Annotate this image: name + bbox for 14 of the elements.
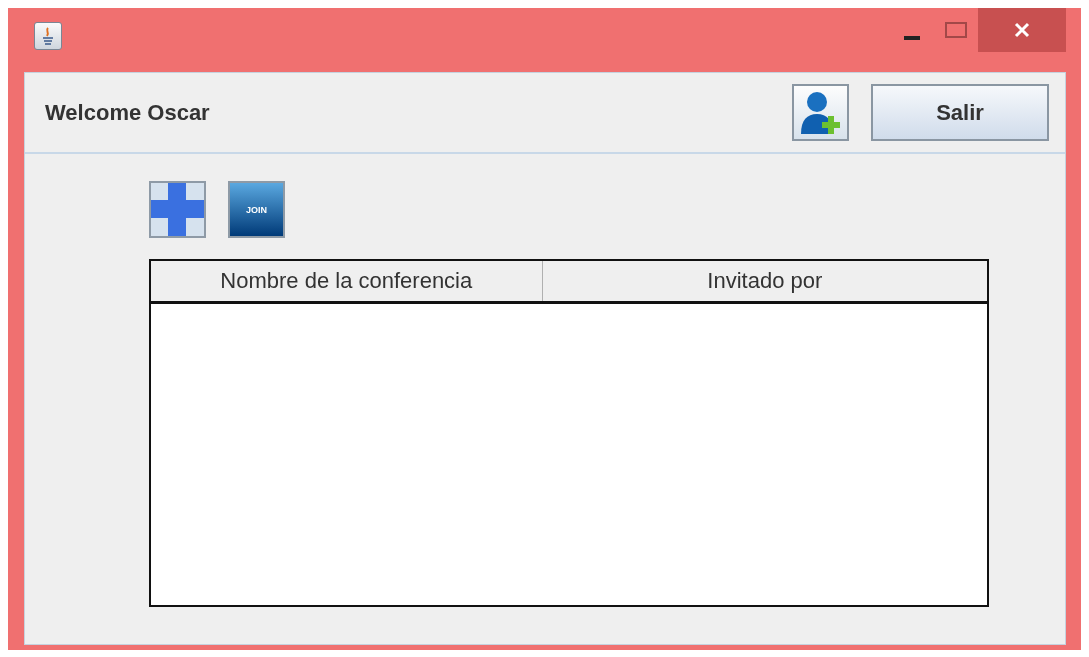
close-icon bbox=[1014, 22, 1030, 38]
app-icon bbox=[34, 22, 62, 50]
exit-button[interactable]: Salir bbox=[871, 84, 1049, 141]
close-button[interactable] bbox=[978, 8, 1066, 52]
add-user-button[interactable] bbox=[792, 84, 849, 141]
minimize-icon bbox=[904, 36, 920, 40]
welcome-text: Welcome Oscar bbox=[45, 99, 211, 126]
add-user-icon bbox=[799, 89, 842, 136]
column-header[interactable]: Nombre de la conferencia bbox=[151, 261, 542, 301]
add-button[interactable] bbox=[149, 181, 206, 238]
maximize-icon bbox=[945, 22, 967, 38]
column-header[interactable]: Invitado por bbox=[541, 261, 987, 301]
plus-icon bbox=[151, 183, 204, 236]
join-button[interactable]: JOIN bbox=[228, 181, 285, 238]
